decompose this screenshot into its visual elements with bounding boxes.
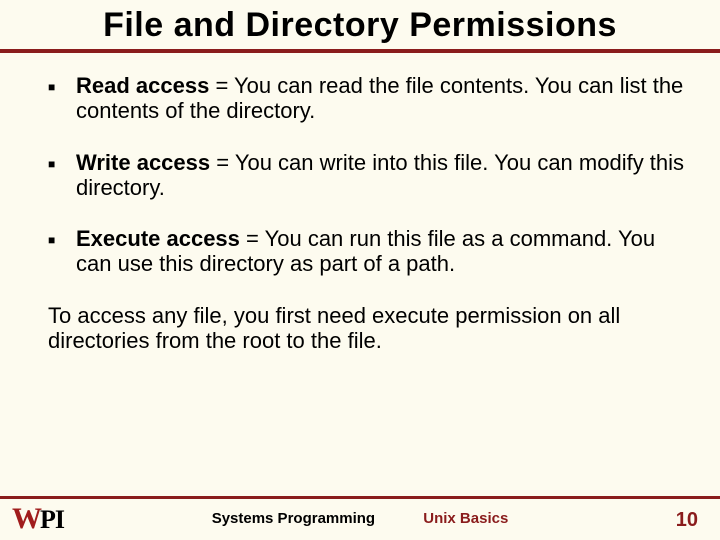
list-item: ■ Read access = You can read the file co… bbox=[48, 73, 688, 124]
term: Execute access bbox=[76, 226, 240, 251]
list-item: ■ Write access = You can write into this… bbox=[48, 150, 688, 201]
note-paragraph: To access any file, you first need execu… bbox=[48, 303, 688, 354]
bullet-icon: ■ bbox=[48, 150, 76, 201]
footer-topic: Unix Basics bbox=[423, 510, 508, 527]
bullet-icon: ■ bbox=[48, 226, 76, 277]
term: Read access bbox=[76, 73, 209, 98]
list-item: ■ Execute access = You can run this file… bbox=[48, 226, 688, 277]
slide-footer: WPI Systems Programming Unix Basics 10 bbox=[0, 496, 720, 540]
slide-body: ■ Read access = You can read the file co… bbox=[0, 53, 720, 353]
page-number: 10 bbox=[676, 509, 698, 532]
term: Write access bbox=[76, 150, 210, 175]
footer-course: Systems Programming bbox=[212, 510, 375, 527]
bullet-icon: ■ bbox=[48, 73, 76, 124]
slide-title: File and Directory Permissions bbox=[40, 6, 680, 45]
footer-divider bbox=[0, 496, 720, 499]
